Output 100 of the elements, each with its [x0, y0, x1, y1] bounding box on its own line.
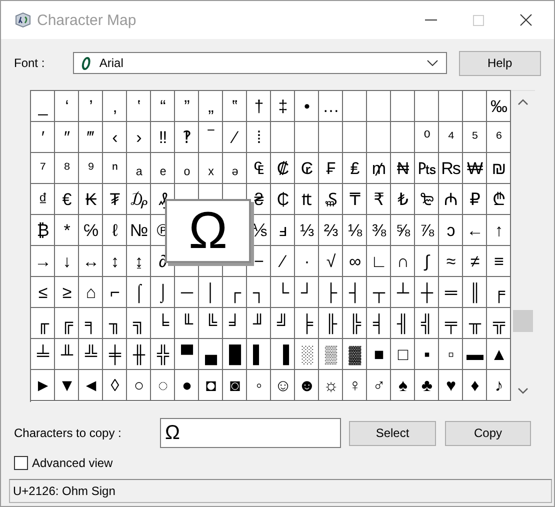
character-cell[interactable]: €	[55, 184, 79, 215]
character-cell[interactable]: ≈	[439, 246, 463, 277]
character-cell[interactable]: ₠	[247, 153, 271, 184]
character-cell[interactable]: ₵	[271, 184, 295, 215]
character-cell[interactable]: ↕	[103, 246, 127, 277]
character-cell[interactable]: ≤	[31, 277, 55, 308]
character-cell[interactable]: ▌	[247, 339, 271, 370]
character-cell[interactable]	[343, 122, 367, 153]
character-cell[interactable]: ┴	[391, 277, 415, 308]
character-cell[interactable]: ‟	[223, 91, 247, 122]
character-cell[interactable]: ○	[127, 370, 151, 401]
advanced-view-checkbox[interactable]	[14, 456, 28, 470]
character-cell[interactable]: ⁴	[439, 122, 463, 153]
character-cell[interactable]: ╪	[103, 339, 127, 370]
character-cell[interactable]: ░	[295, 339, 319, 370]
character-cell[interactable]: ╫	[127, 339, 151, 370]
character-cell[interactable]: ∕	[271, 246, 295, 277]
character-cell[interactable]: ◦	[247, 370, 271, 401]
character-cell[interactable]: ‰	[487, 91, 511, 122]
character-cell[interactable]: ⁶	[487, 122, 511, 153]
character-cell[interactable]: ╗	[127, 308, 151, 339]
characters-to-copy-field[interactable]: Ω	[160, 418, 341, 448]
character-cell[interactable]: ╝	[271, 308, 295, 339]
character-cell[interactable]: ₡	[271, 153, 295, 184]
character-cell[interactable]: ≥	[55, 277, 79, 308]
character-cell[interactable]: ′	[31, 122, 55, 153]
character-cell[interactable]: ▲	[487, 339, 511, 370]
character-cell[interactable]: ╡	[367, 308, 391, 339]
character-cell[interactable]: ″	[55, 122, 79, 153]
character-cell[interactable]: ═	[439, 277, 463, 308]
character-cell[interactable]: …	[319, 91, 343, 122]
character-cell[interactable]	[367, 122, 391, 153]
character-cell[interactable]: ⌠	[127, 277, 151, 308]
character-cell[interactable]: ▼	[55, 370, 79, 401]
character-cell[interactable]: ’	[79, 91, 103, 122]
character-cell[interactable]: ∙	[295, 246, 319, 277]
character-cell[interactable]: ↔	[79, 246, 103, 277]
character-cell[interactable]: ₮	[103, 184, 127, 215]
character-cell[interactable]	[391, 122, 415, 153]
character-cell[interactable]: ╛	[223, 308, 247, 339]
character-cell[interactable]: ₻	[415, 184, 439, 215]
character-cell[interactable]: ▓	[343, 339, 367, 370]
copy-button[interactable]: Copy	[445, 420, 531, 446]
character-cell[interactable]: ╩	[79, 339, 103, 370]
character-cell[interactable]: ╔	[55, 308, 79, 339]
character-cell[interactable]: ∫	[415, 246, 439, 277]
character-cell[interactable]: √	[319, 246, 343, 277]
character-cell[interactable]: ♀	[343, 370, 367, 401]
scroll-thumb[interactable]	[513, 310, 533, 332]
character-cell[interactable]	[367, 91, 391, 122]
character-cell[interactable]: ╖	[103, 308, 127, 339]
character-cell[interactable]: ╓	[31, 308, 55, 339]
character-cell[interactable]: ←	[463, 215, 487, 246]
character-cell[interactable]: ₯	[127, 184, 151, 215]
character-cell[interactable]: □	[391, 339, 415, 370]
character-cell[interactable]: ₼	[439, 184, 463, 215]
character-cell[interactable]: ⌐	[103, 277, 127, 308]
character-cell[interactable]: №	[127, 215, 151, 246]
character-cell[interactable]: ₩	[463, 153, 487, 184]
character-cell[interactable]: ⅛	[343, 215, 367, 246]
character-cell[interactable]: ╠	[343, 308, 367, 339]
character-cell[interactable]: ◙	[223, 370, 247, 401]
character-cell[interactable]: →	[31, 246, 55, 277]
character-cell[interactable]: ╞	[295, 308, 319, 339]
character-cell[interactable]: ├	[319, 277, 343, 308]
character-cell[interactable]: ⅎ	[271, 215, 295, 246]
character-cell[interactable]	[271, 122, 295, 153]
character-cell[interactable]: ”	[175, 91, 199, 122]
character-cell[interactable]: ♠	[391, 370, 415, 401]
character-cell[interactable]	[439, 91, 463, 122]
character-cell[interactable]: ╙	[175, 308, 199, 339]
character-cell[interactable]: ₭	[79, 184, 103, 215]
character-cell[interactable]: ⅞	[415, 215, 439, 246]
character-cell[interactable]: ╜	[247, 308, 271, 339]
character-cell[interactable]: ⌂	[79, 277, 103, 308]
character-cell[interactable]: ⅓	[295, 215, 319, 246]
character-cell[interactable]: ₹	[367, 184, 391, 215]
character-cell[interactable]: ☺	[271, 370, 295, 401]
character-cell[interactable]: ‛	[127, 91, 151, 122]
character-cell[interactable]: ⁵	[463, 122, 487, 153]
character-cell[interactable]: ╢	[391, 308, 415, 339]
character-cell[interactable]: ╤	[439, 308, 463, 339]
character-cell[interactable]: ‼	[151, 122, 175, 153]
character-cell[interactable]: ↨	[127, 246, 151, 277]
character-cell[interactable]: ≠	[463, 246, 487, 277]
character-cell[interactable]: ₾	[487, 184, 511, 215]
character-cell[interactable]: ♦	[463, 370, 487, 401]
character-cell[interactable]: ┼	[415, 277, 439, 308]
character-cell[interactable]: ╟	[319, 308, 343, 339]
character-cell[interactable]: ₓ	[199, 153, 223, 184]
character-cell[interactable]: ╘	[151, 308, 175, 339]
character-cell[interactable]: ♥	[439, 370, 463, 401]
character-cell[interactable]: ┬	[367, 277, 391, 308]
character-cell[interactable]: ∩	[391, 246, 415, 277]
character-cell[interactable]: ₤	[343, 153, 367, 184]
character-cell[interactable]: ›	[127, 122, 151, 153]
scroll-up-icon[interactable]	[518, 99, 528, 105]
character-cell[interactable]: └	[271, 277, 295, 308]
character-cell[interactable]: ╧	[31, 339, 55, 370]
character-cell[interactable]: ◄	[79, 370, 103, 401]
